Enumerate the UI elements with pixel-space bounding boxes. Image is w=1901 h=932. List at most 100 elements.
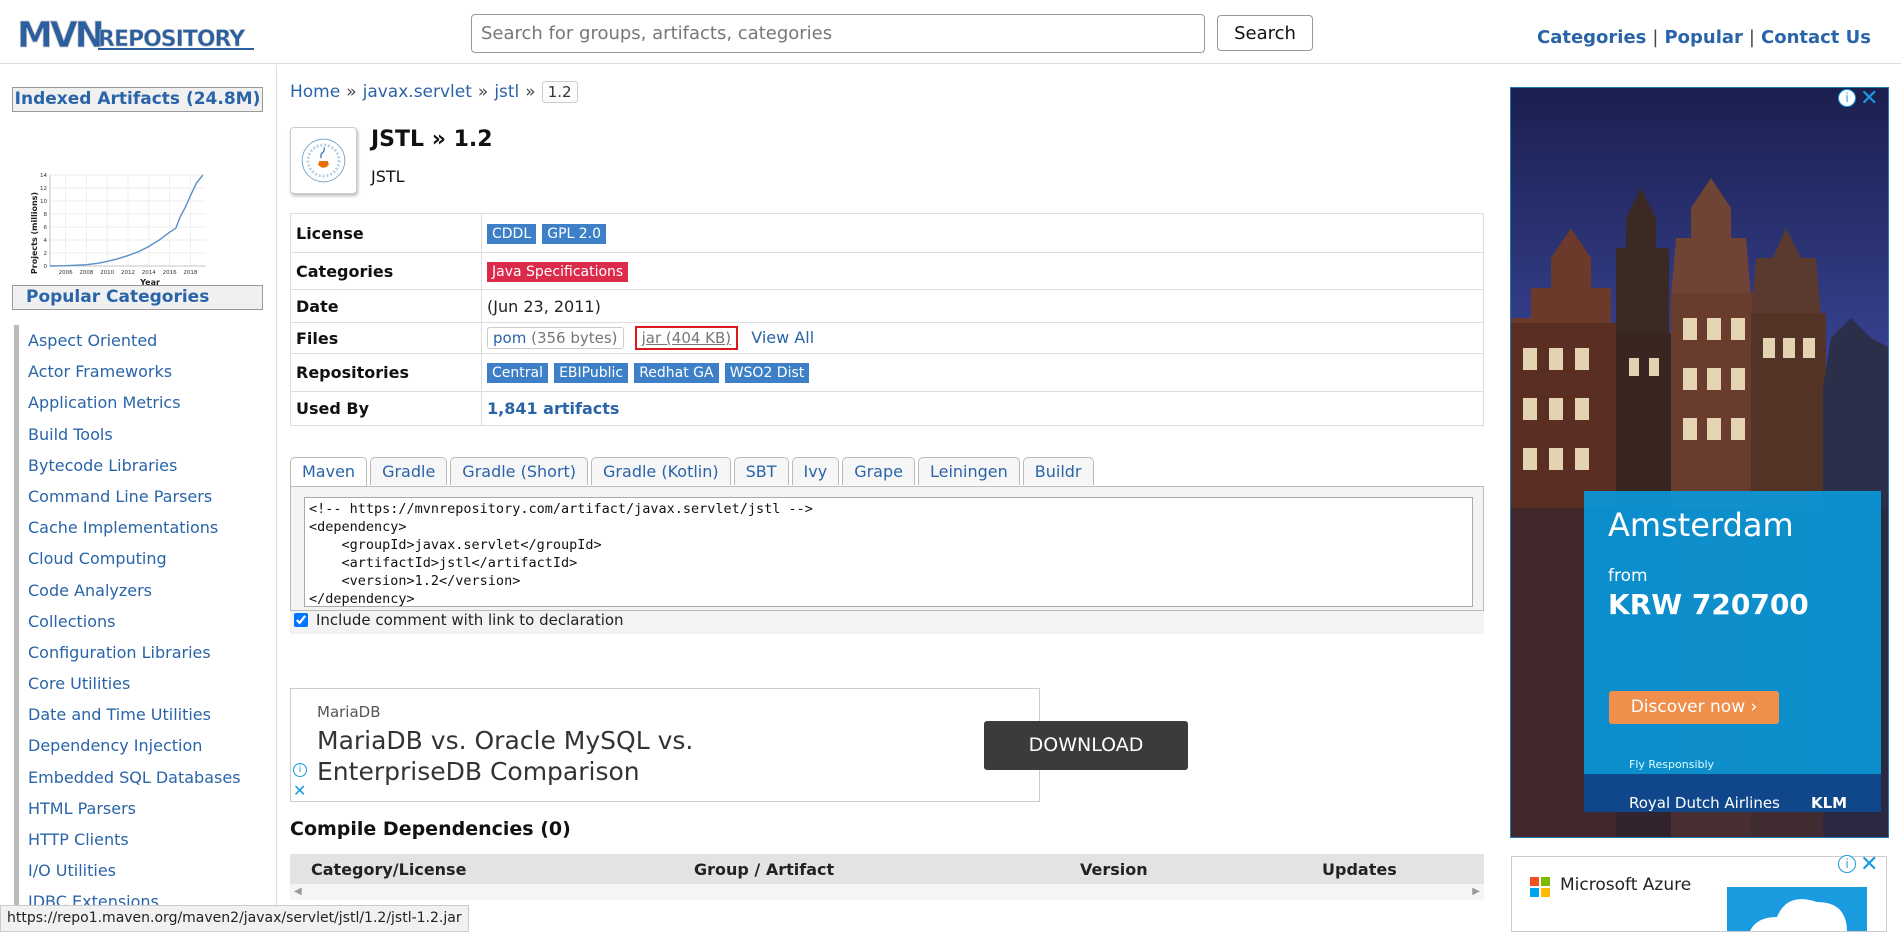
category-badge[interactable]: Java Specifications — [487, 261, 629, 282]
chart-y-tick-label: 4 — [44, 238, 48, 244]
category-item[interactable]: Actor Frameworks — [14, 356, 264, 388]
ad-download-button[interactable]: DOWNLOAD — [984, 721, 1188, 770]
pom-size: (356 bytes) — [531, 329, 618, 347]
ad-close-icon[interactable]: ✕ — [293, 781, 306, 800]
tab-maven[interactable]: Maven — [290, 457, 368, 487]
chart-y-tick-label: 2 — [44, 251, 48, 257]
tab-gradle[interactable]: Gradle — [370, 457, 448, 485]
scroll-right-icon[interactable]: ▶ — [1472, 886, 1480, 897]
file-link-jar[interactable]: jar (404 KB) — [634, 326, 739, 350]
category-link[interactable]: Configuration Libraries — [28, 643, 211, 662]
pom-name: pom — [493, 329, 527, 347]
include-comment-checkbox[interactable] — [294, 613, 308, 627]
category-item[interactable]: Collections — [14, 605, 264, 637]
category-link[interactable]: Build Tools — [28, 425, 113, 444]
tab-gradle-kotlin[interactable]: Gradle (Kotlin) — [591, 457, 731, 485]
category-link[interactable]: HTML Parsers — [28, 799, 136, 818]
ad-info-icon[interactable]: i — [293, 763, 307, 777]
ad-headline[interactable]: MariaDB vs. Oracle MySQL vs. EnterpriseD… — [317, 725, 837, 787]
category-item[interactable]: Application Metrics — [14, 387, 264, 419]
breadcrumb: Home» javax.servlet» jstl» 1.2 — [290, 81, 578, 103]
popular-categories-title[interactable]: Popular Categories — [12, 285, 263, 310]
info-value-used-by: 1,841 artifacts — [481, 391, 1484, 426]
category-item[interactable]: Configuration Libraries — [14, 636, 264, 669]
category-link[interactable]: Collections — [28, 612, 115, 631]
scroll-left-icon[interactable]: ◀ — [294, 886, 302, 897]
indexed-artifacts-title[interactable]: Indexed Artifacts (24.8M) — [12, 87, 263, 112]
category-link[interactable]: Date and Time Utilities — [28, 705, 211, 724]
category-link[interactable]: Bytecode Libraries — [28, 456, 177, 475]
tab-buildr[interactable]: Buildr — [1022, 457, 1094, 485]
artifact-subtitle: JSTL — [371, 167, 405, 186]
azure-ad-info-icon[interactable]: i — [1838, 855, 1856, 873]
category-item[interactable]: Aspect Oriented — [14, 325, 264, 357]
klm-side-ad[interactable]: Amsterdam from KRW 720700 Discover now ›… — [1510, 87, 1889, 838]
side-ad-close-icon[interactable]: ✕ — [1860, 86, 1878, 111]
repo-badge-wso2-dist[interactable]: WSO2 Dist — [724, 363, 810, 383]
category-item[interactable]: Cloud Computing — [14, 543, 264, 575]
category-item[interactable]: Dependency Injection — [14, 730, 264, 762]
search-input[interactable] — [471, 14, 1205, 53]
category-link[interactable]: Cloud Computing — [28, 549, 167, 568]
col-group-artifact: Group / Artifact — [694, 860, 835, 879]
category-link[interactable]: Embedded SQL Databases — [28, 768, 241, 787]
nav-contact-us[interactable]: Contact Us — [1761, 27, 1871, 48]
chart-grid — [49, 174, 206, 267]
category-link[interactable]: I/O Utilities — [28, 861, 116, 880]
category-item[interactable]: HTTP Clients — [14, 824, 264, 856]
license-badge-cddl[interactable]: CDDL — [487, 223, 537, 244]
category-link[interactable]: Application Metrics — [28, 393, 181, 412]
file-link-pom[interactable]: pom (356 bytes) — [487, 327, 624, 349]
info-row-date: Date (Jun 23, 2011) — [290, 289, 1484, 323]
nav-popular[interactable]: Popular — [1664, 27, 1742, 48]
category-link[interactable]: HTTP Clients — [28, 830, 129, 849]
category-item[interactable]: Core Utilities — [14, 668, 264, 700]
used-by-link[interactable]: 1,841 artifacts — [487, 399, 619, 418]
category-item[interactable]: Command Line Parsers — [14, 480, 264, 513]
category-link[interactable]: Aspect Oriented — [28, 331, 157, 350]
breadcrumb-separator: » — [346, 82, 357, 102]
search-button[interactable]: Search — [1217, 15, 1313, 51]
category-item[interactable]: Code Analyzers — [14, 574, 264, 606]
ad-price: KRW 720700 — [1608, 588, 1809, 621]
azure-ad[interactable]: Microsoft Azure — [1511, 856, 1887, 932]
mvnrepository-logo[interactable]: MVN REPOSITORY — [14, 9, 260, 57]
category-item[interactable]: Date and Time Utilities — [14, 699, 264, 731]
category-link[interactable]: Command Line Parsers — [28, 487, 212, 506]
category-item[interactable]: Embedded SQL Databases — [14, 761, 264, 793]
ad-discover-button[interactable]: Discover now › — [1609, 691, 1779, 724]
mariadb-ad-banner[interactable]: MariaDB MariaDB vs. Oracle MySQL vs. Ent… — [290, 688, 1188, 802]
azure-ad-close-icon[interactable]: ✕ — [1860, 852, 1878, 877]
category-item[interactable]: HTML Parsers — [14, 792, 264, 824]
tab-sbt[interactable]: SBT — [733, 457, 789, 485]
category-link[interactable]: Dependency Injection — [28, 736, 202, 755]
license-badge-gpl[interactable]: GPL 2.0 — [542, 223, 607, 244]
repo-badge-ebipublic[interactable]: EBIPublic — [554, 363, 629, 383]
repo-badge-redhat-ga[interactable]: Redhat GA — [634, 363, 719, 383]
category-item[interactable]: Cache Implementations — [14, 512, 264, 544]
dependency-snippet-textarea[interactable]: <!-- https://mvnrepository.com/artifact/… — [304, 497, 1473, 607]
category-item[interactable]: Bytecode Libraries — [14, 449, 264, 481]
category-link[interactable]: Actor Frameworks — [28, 362, 172, 381]
breadcrumb-group[interactable]: javax.servlet — [363, 82, 472, 102]
category-item[interactable]: I/O Utilities — [14, 855, 264, 887]
tab-grape[interactable]: Grape — [842, 457, 915, 485]
category-link[interactable]: Code Analyzers — [28, 581, 152, 600]
tab-ivy[interactable]: Ivy — [791, 457, 840, 485]
view-all-files-link[interactable]: View All — [751, 328, 814, 347]
category-link[interactable]: Cache Implementations — [28, 518, 218, 537]
category-link[interactable]: Core Utilities — [28, 674, 130, 693]
tab-gradle-short[interactable]: Gradle (Short) — [450, 457, 589, 485]
dependencies-scrollbar[interactable]: ◀ ▶ — [290, 884, 1484, 900]
side-ad-info-icon[interactable]: i — [1838, 89, 1856, 107]
main-content: Home» javax.servlet» jstl» 1.2 JSTL » 1.2 J… — [279, 65, 1497, 932]
breadcrumb-artifact[interactable]: jstl — [494, 82, 519, 102]
tab-leiningen[interactable]: Leiningen — [917, 457, 1020, 485]
chart-y-tick-label: 14 — [40, 173, 47, 179]
category-item[interactable]: Build Tools — [14, 418, 264, 450]
breadcrumb-home[interactable]: Home — [290, 82, 340, 102]
nav-categories[interactable]: Categories — [1537, 27, 1646, 48]
breadcrumb-version: 1.2 — [541, 81, 578, 103]
repo-badge-central[interactable]: Central — [487, 363, 548, 383]
ad-city: Amsterdam — [1608, 506, 1794, 544]
